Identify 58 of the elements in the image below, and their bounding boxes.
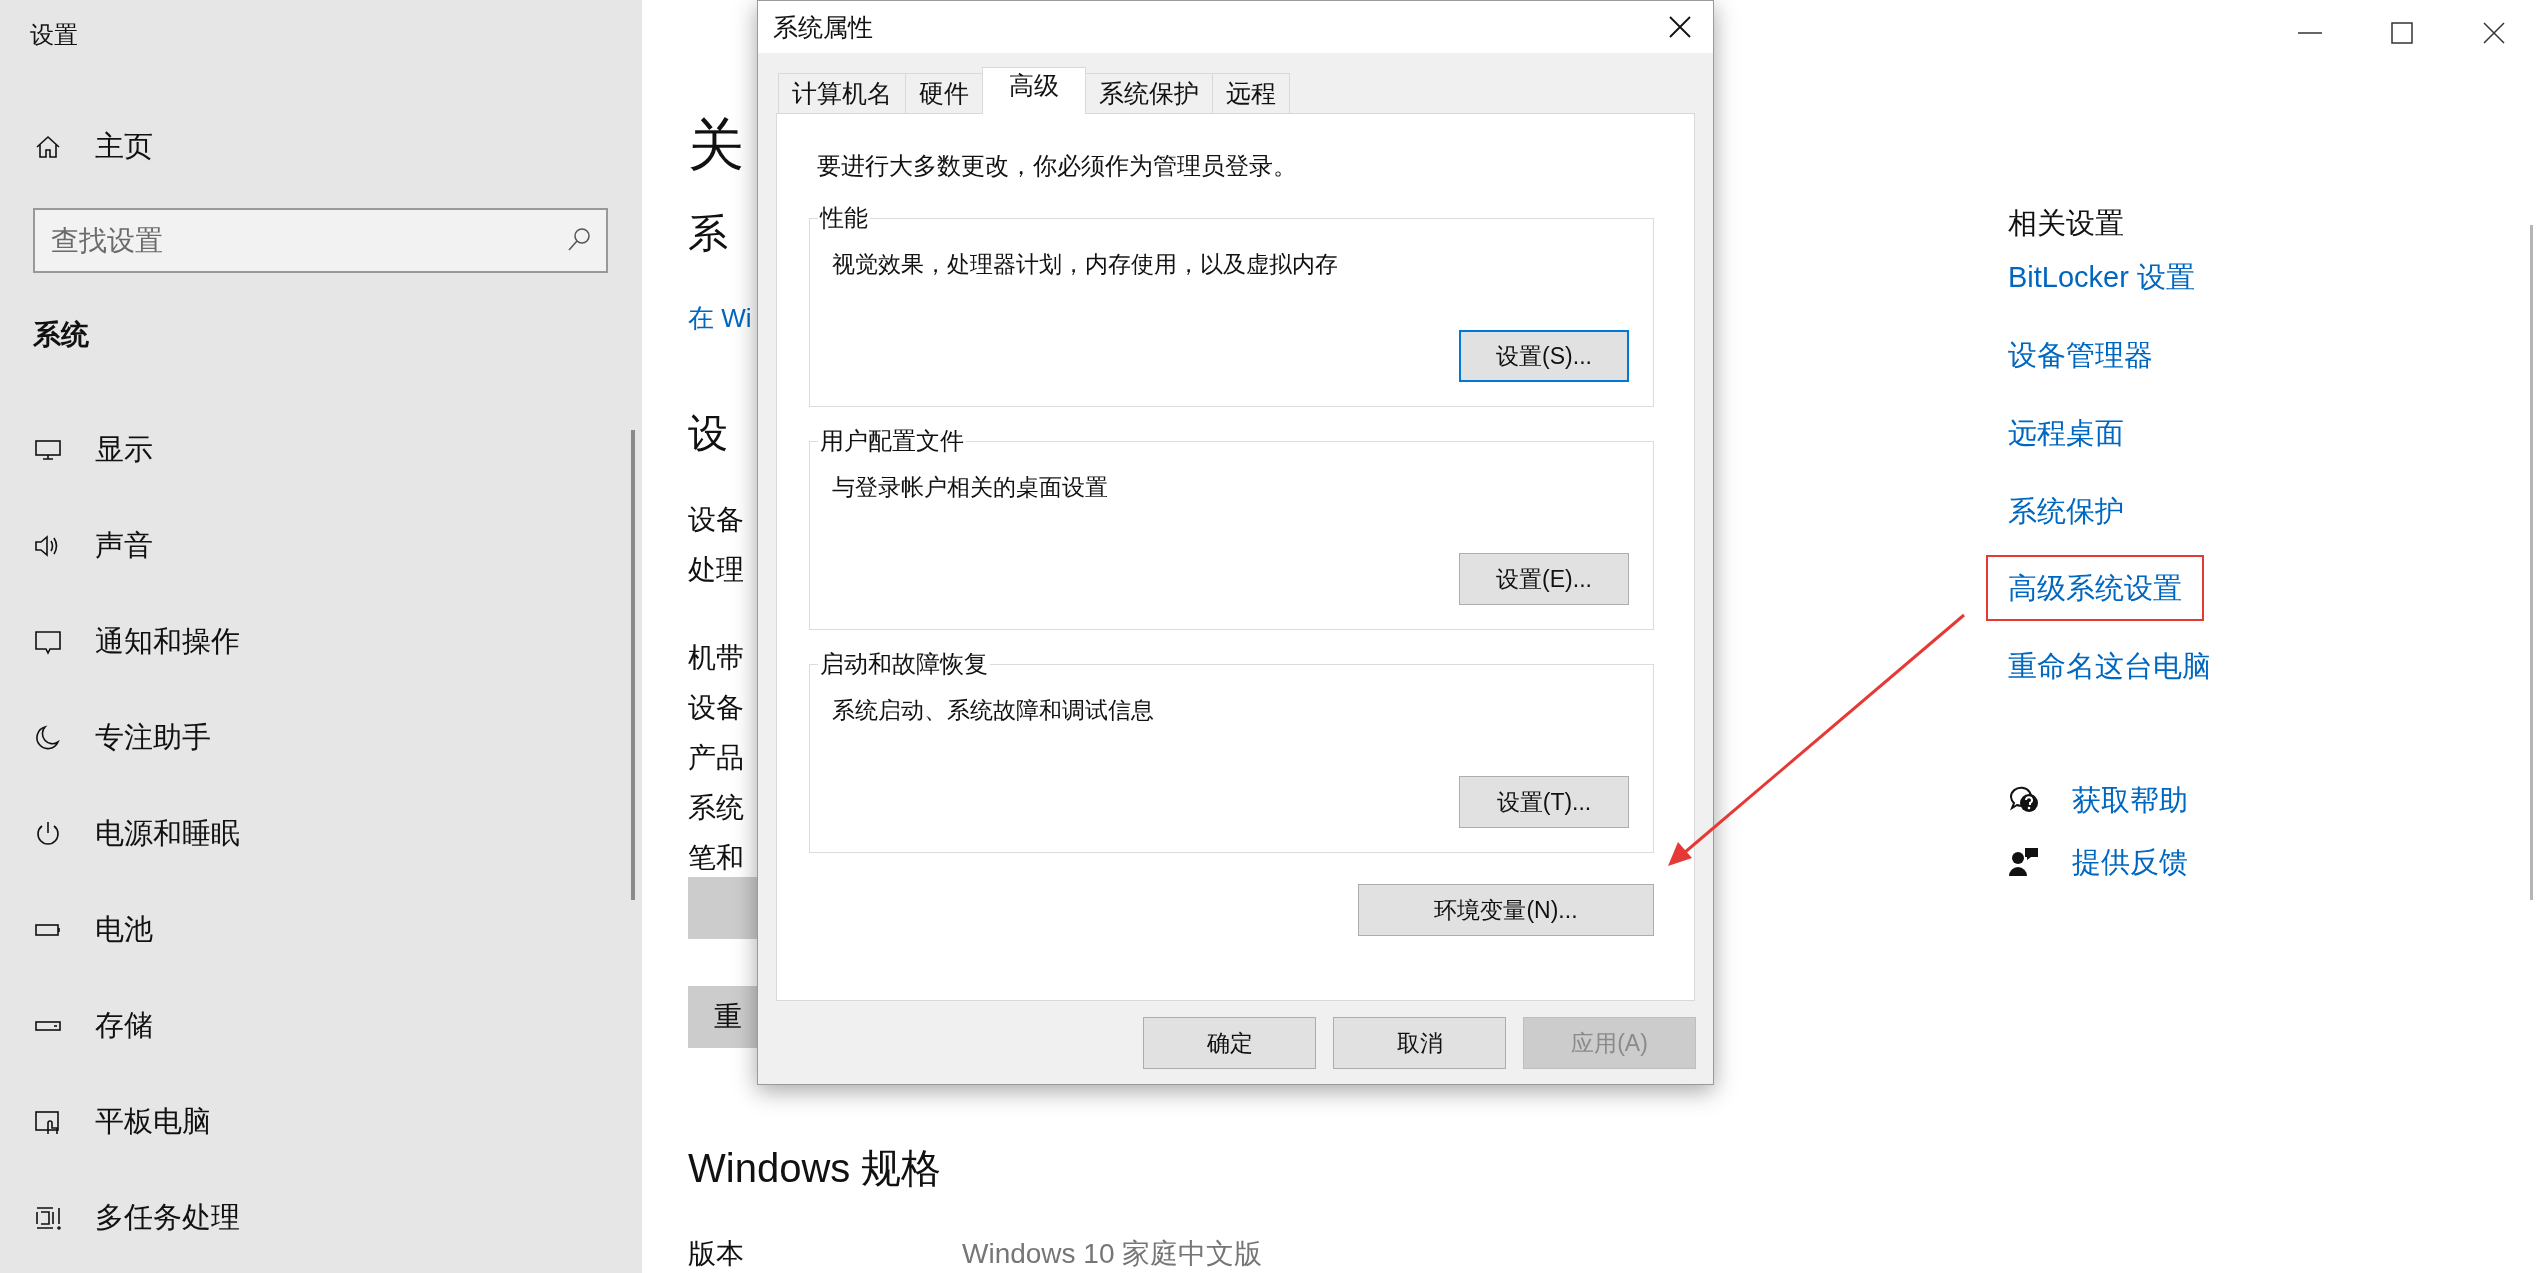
spec-label: 产品 bbox=[688, 741, 744, 775]
section-heading: 系统 bbox=[33, 318, 89, 352]
group-legend: 用户配置文件 bbox=[818, 425, 966, 457]
support-link[interactable]: 获取帮助 bbox=[2008, 780, 2188, 820]
search-field[interactable]: 查找设置 bbox=[33, 208, 608, 273]
nav-item[interactable]: 声音 bbox=[0, 498, 153, 594]
scrollbar[interactable] bbox=[631, 430, 635, 900]
home-nav-item[interactable]: 主页 bbox=[33, 100, 153, 194]
close-icon[interactable] bbox=[1667, 14, 1693, 40]
spec-label: 系统 bbox=[688, 791, 744, 825]
link[interactable]: 重命名这台电脑 bbox=[2008, 646, 2211, 686]
group-description: 视觉效果，处理器计划，内存使用，以及虚拟内存 bbox=[832, 250, 1339, 279]
group-description: 系统启动、系统故障和调试信息 bbox=[832, 696, 1155, 725]
group-legend: 性能 bbox=[818, 202, 870, 234]
action-button[interactable]: 重 bbox=[688, 986, 758, 1048]
nav-item[interactable]: 存储 bbox=[0, 978, 153, 1074]
section-heading: Windows 规格 bbox=[688, 1145, 942, 1192]
scrollbar[interactable] bbox=[2530, 225, 2533, 900]
nav-item[interactable]: 多任务处理 bbox=[0, 1170, 240, 1266]
nav-item[interactable]: 平板电脑 bbox=[0, 1074, 211, 1170]
tab[interactable]: 计算机名 bbox=[778, 73, 906, 113]
spec-value: Windows 10 家庭中文版 bbox=[962, 1237, 1263, 1271]
nav-item[interactable]: 通知和操作 bbox=[0, 594, 240, 690]
section-heading: 相关设置 bbox=[2008, 206, 2124, 241]
section-heading: 设 bbox=[688, 410, 728, 457]
window-title: 设置 bbox=[29, 20, 78, 50]
settings-button[interactable]: 设置(E)... bbox=[1459, 553, 1629, 605]
dialog-button[interactable]: 取消 bbox=[1333, 1017, 1506, 1069]
link[interactable]: 远程桌面 bbox=[2008, 413, 2124, 453]
spec-label: 机带 bbox=[688, 641, 744, 675]
settings-button[interactable]: 设置(T)... bbox=[1459, 776, 1629, 828]
link[interactable]: 在 Wi bbox=[688, 298, 752, 338]
spec-label: 设备 bbox=[688, 691, 744, 725]
spec-label: 设备 bbox=[688, 503, 744, 537]
spec-label: 处理 bbox=[688, 553, 744, 587]
nav-item[interactable]: 显示 bbox=[0, 402, 153, 498]
dialog-button[interactable]: 确定 bbox=[1143, 1017, 1316, 1069]
dialog-title: 系统属性 bbox=[773, 11, 873, 43]
environment-variables-button[interactable]: 环境变量(N)... bbox=[1358, 884, 1654, 936]
nav-item[interactable]: 专注助手 bbox=[0, 690, 211, 786]
person-feedback-icon bbox=[2008, 846, 2040, 878]
tab[interactable]: 高级 bbox=[982, 67, 1086, 114]
support-link[interactable]: 提供反馈 bbox=[2008, 842, 2188, 882]
nav-item[interactable]: 电池 bbox=[0, 882, 153, 978]
nav-item[interactable]: 电源和睡眠 bbox=[0, 786, 240, 882]
link[interactable]: BitLocker 设置 bbox=[2008, 257, 2195, 297]
notice-text: 要进行大多数更改，你必须作为管理员登录。 bbox=[816, 151, 1298, 181]
link[interactable]: 高级系统设置 bbox=[2008, 572, 2182, 604]
settings-button[interactable]: 设置(S)... bbox=[1459, 330, 1629, 382]
group-description: 与登录帐户相关的桌面设置 bbox=[832, 473, 1109, 502]
spec-label: 笔和 bbox=[688, 841, 744, 875]
page-heading: 关 bbox=[688, 112, 744, 178]
link[interactable]: 系统保护 bbox=[2008, 491, 2124, 531]
tab[interactable]: 远程 bbox=[1212, 73, 1290, 113]
spec-label: 版本 bbox=[688, 1237, 745, 1271]
subheading: 系 bbox=[688, 210, 728, 257]
group-legend: 启动和故障恢复 bbox=[818, 648, 990, 680]
link[interactable]: 设备管理器 bbox=[2008, 335, 2153, 375]
